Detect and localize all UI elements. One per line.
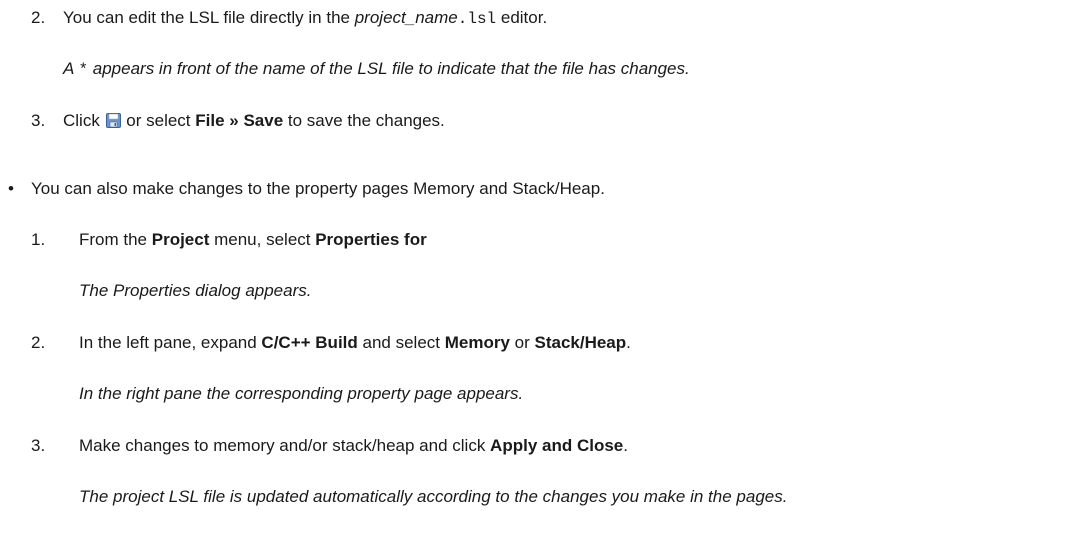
step-text: In the left pane, expand C/C++ Build and…: [79, 333, 631, 353]
menu-save: Save: [243, 111, 284, 130]
text-run: to save the changes.: [283, 111, 445, 130]
text-run: and select: [357, 333, 445, 352]
step-number: 1.: [31, 230, 46, 249]
step-text: Make changes to memory and/or stack/heap…: [79, 436, 628, 456]
text-run: .: [623, 436, 628, 455]
step-note: The project LSL file is updated automati…: [79, 487, 788, 506]
text-run: appears in front of the name of the LSL …: [88, 59, 690, 78]
page-memory: Memory: [444, 333, 510, 352]
text-run: Make changes to memory and/or stack/heap…: [79, 436, 491, 455]
file-extension-code: .lsl: [457, 10, 497, 28]
step-note: In the right pane the corresponding prop…: [79, 384, 524, 403]
text-run: Click: [63, 111, 105, 130]
apply-and-close-label: Apply and Close: [490, 436, 624, 455]
menu-properties-for: Properties for: [315, 230, 427, 249]
step-number: 3.: [31, 111, 46, 130]
text-run: editor.: [496, 8, 548, 27]
text-run: menu, select: [209, 230, 316, 249]
text-run: or select: [121, 111, 196, 130]
text-run: In the left pane, expand: [79, 333, 262, 352]
save-disk-icon: [105, 113, 121, 128]
bullet-text: You can also make changes to the propert…: [31, 179, 605, 198]
step-number: 3.: [31, 436, 46, 455]
menu-separator: »: [224, 111, 244, 130]
menu-file: File: [195, 111, 225, 130]
text-run: .: [626, 333, 631, 352]
step-text: Click or select File » Save to save the …: [63, 111, 445, 131]
page-stack-heap: Stack/Heap: [534, 333, 627, 352]
step-number: 2.: [31, 8, 46, 27]
menu-project: Project: [151, 230, 210, 249]
step-text: You can edit the LSL file directly in th…: [63, 8, 547, 29]
step-number: 2.: [31, 333, 46, 352]
step-note: The Properties dialog appears.: [79, 281, 312, 300]
tree-item-cc-build: C/C++ Build: [261, 333, 358, 352]
text-run: A: [63, 59, 79, 78]
text-run: You can edit the LSL file directly in th…: [63, 8, 355, 27]
project-name-italic: project_name: [354, 8, 458, 27]
step-text: From the Project menu, select Properties…: [79, 230, 427, 250]
text-run: From the: [79, 230, 152, 249]
step-note: A * appears in front of the name of the …: [63, 59, 690, 80]
text-run: or: [509, 333, 535, 352]
asterisk-code: *: [78, 61, 89, 79]
bullet-icon: •: [8, 179, 14, 198]
